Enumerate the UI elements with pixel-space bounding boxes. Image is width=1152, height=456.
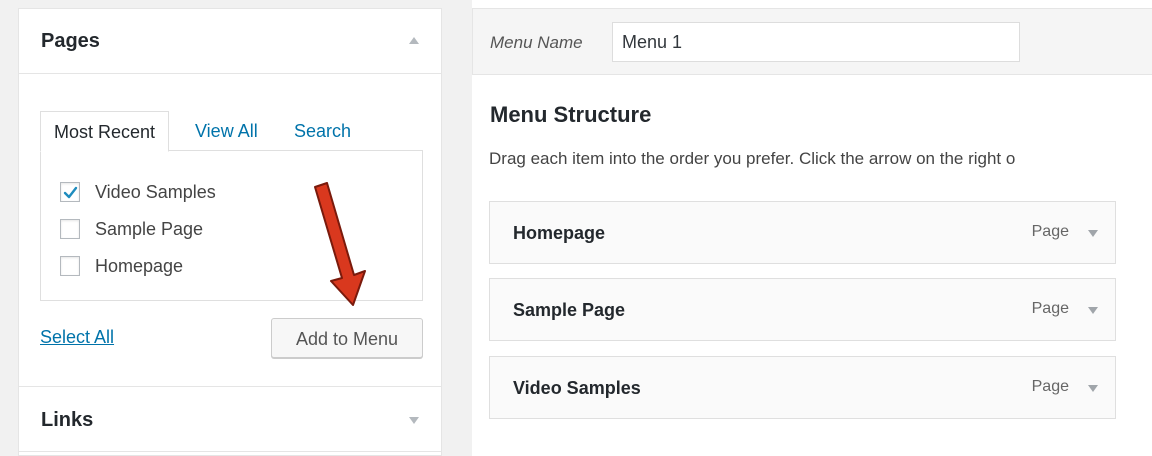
menu-item-type: Page — [1031, 378, 1069, 395]
menu-name-label: Menu Name — [490, 33, 583, 52]
menu-item-sample-page[interactable]: Sample Page Page — [489, 278, 1116, 341]
tab-most-recent[interactable]: Most Recent — [40, 111, 170, 152]
page-item-label: Video Samples — [95, 181, 216, 202]
menu-structure-description: Drag each item into the order you prefer… — [489, 149, 1016, 168]
checkbox-checked[interactable] — [60, 182, 80, 202]
collapse-up-icon[interactable] — [409, 37, 419, 44]
menu-item-title: Homepage — [513, 223, 606, 243]
pages-section-title: Pages — [41, 30, 100, 52]
menu-items-sidebar: Pages Most Recent View All Search Video … — [18, 8, 442, 456]
pages-section-header[interactable]: Pages — [19, 9, 441, 74]
checkmark-icon — [63, 186, 78, 199]
annotation-arrow-icon — [314, 182, 366, 306]
page-item-sample-page[interactable]: Sample Page — [60, 217, 203, 241]
tab-search[interactable]: Search — [294, 111, 351, 151]
menu-item-type: Page — [1031, 223, 1069, 240]
page-item-label: Sample Page — [95, 218, 204, 239]
links-section-header[interactable]: Links — [19, 386, 441, 452]
expand-item-arrow-icon[interactable] — [1088, 230, 1098, 237]
add-to-menu-button[interactable]: Add to Menu — [271, 318, 423, 358]
menu-structure-title: Menu Structure — [490, 102, 652, 127]
tab-view-all[interactable]: View All — [195, 111, 258, 151]
select-all-link[interactable]: Select All — [40, 327, 114, 348]
menu-item-video-samples[interactable]: Video Samples Page — [489, 356, 1116, 419]
menu-name-bar: Menu Name Menu 1 — [472, 8, 1152, 75]
checkbox-unchecked[interactable] — [60, 256, 80, 276]
menu-item-homepage[interactable]: Homepage Page — [489, 201, 1116, 264]
page-item-homepage[interactable]: Homepage — [60, 254, 183, 278]
links-section-title: Links — [41, 409, 94, 431]
menu-item-title: Video Samples — [513, 378, 641, 398]
menu-item-type: Page — [1031, 300, 1069, 317]
expand-item-arrow-icon[interactable] — [1088, 385, 1098, 392]
menu-item-title: Sample Page — [513, 300, 626, 320]
checkbox-unchecked[interactable] — [60, 219, 80, 239]
page-item-label: Homepage — [95, 255, 184, 276]
menu-name-input[interactable]: Menu 1 — [612, 22, 1020, 62]
menu-editor: Menu Name Menu 1 Menu Structure Drag eac… — [472, 0, 1152, 456]
expand-item-arrow-icon[interactable] — [1088, 307, 1098, 314]
expand-down-icon[interactable] — [409, 417, 419, 424]
page-item-video-samples[interactable]: Video Samples — [60, 180, 216, 204]
